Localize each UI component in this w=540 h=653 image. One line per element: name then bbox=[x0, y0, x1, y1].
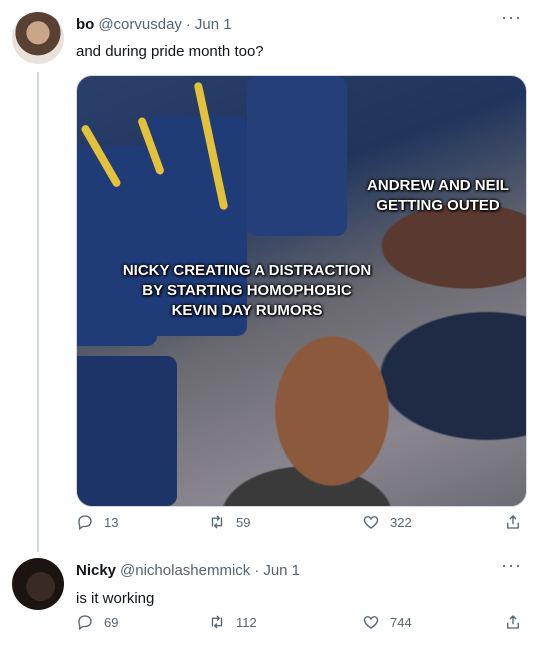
reply-count: 69 bbox=[104, 614, 119, 630]
retweet-count: 59 bbox=[236, 514, 251, 530]
tweet-text: and during pride month too? bbox=[76, 43, 264, 60]
like-button[interactable]: 744 bbox=[362, 613, 412, 631]
retweet-icon bbox=[211, 615, 223, 629]
avatar[interactable] bbox=[12, 12, 64, 64]
like-count: 322 bbox=[390, 514, 412, 530]
timestamp[interactable]: Jun 1 bbox=[263, 562, 300, 579]
timestamp[interactable]: Jun 1 bbox=[195, 16, 232, 33]
like-icon bbox=[363, 616, 379, 629]
share-icon bbox=[507, 615, 519, 629]
separator: · bbox=[254, 562, 260, 579]
share-button[interactable] bbox=[504, 613, 522, 631]
tweet-2[interactable]: Nicky @nicholashemmick · Jun 1 ··· is it… bbox=[0, 548, 540, 653]
separator: · bbox=[185, 16, 191, 33]
retweet-icon bbox=[211, 515, 223, 529]
like-button[interactable]: 322 bbox=[362, 513, 412, 531]
tweet-text: is it working bbox=[76, 590, 155, 607]
reply-button[interactable]: 69 bbox=[76, 613, 118, 631]
retweet-button[interactable]: 59 bbox=[208, 513, 250, 531]
reply-count: 13 bbox=[104, 514, 119, 530]
tweet-image[interactable]: ANDREW AND NEIL GETTING OUTED NICKY CREA… bbox=[76, 75, 527, 507]
caption-line: KEVIN DAY RUMORS bbox=[171, 302, 323, 319]
bus-seat bbox=[77, 356, 177, 506]
reply-icon bbox=[78, 615, 92, 631]
like-icon bbox=[363, 516, 379, 529]
meme-caption-middle: NICKY CREATING A DISTRACTION BY STARTING… bbox=[107, 261, 387, 321]
more-icon[interactable]: ··· bbox=[501, 556, 522, 574]
caption-line: BY STARTING HOMOPHOBIC bbox=[142, 282, 352, 299]
user-name[interactable]: Nicky bbox=[76, 562, 116, 579]
bus-seat bbox=[247, 76, 347, 236]
share-icon bbox=[507, 515, 519, 529]
caption-line: NICKY CREATING A DISTRACTION bbox=[122, 262, 372, 279]
caption-line: ANDREW AND NEIL bbox=[367, 177, 509, 194]
user-handle[interactable]: @nicholashemmick bbox=[120, 562, 250, 579]
share-button[interactable] bbox=[504, 513, 522, 531]
like-count: 744 bbox=[390, 614, 412, 630]
retweet-button[interactable]: 112 bbox=[208, 613, 257, 631]
retweet-count: 112 bbox=[236, 614, 257, 630]
tweet-1[interactable]: bo @corvusday · Jun 1 ··· and during pri… bbox=[0, 0, 540, 552]
thread-line bbox=[37, 72, 39, 552]
meme-caption-top: ANDREW AND NEIL GETTING OUTED bbox=[352, 176, 524, 216]
tweet-header: Nicky @nicholashemmick · Jun 1 bbox=[76, 562, 300, 579]
user-name[interactable]: bo bbox=[76, 16, 94, 33]
more-icon[interactable]: ··· bbox=[501, 8, 522, 26]
user-handle[interactable]: @corvusday bbox=[98, 16, 182, 33]
reply-icon bbox=[78, 515, 92, 531]
reply-button[interactable]: 13 bbox=[76, 513, 118, 531]
tweet-header: bo @corvusday · Jun 1 bbox=[76, 16, 232, 33]
caption-line: GETTING OUTED bbox=[376, 197, 500, 214]
avatar[interactable] bbox=[12, 558, 64, 610]
